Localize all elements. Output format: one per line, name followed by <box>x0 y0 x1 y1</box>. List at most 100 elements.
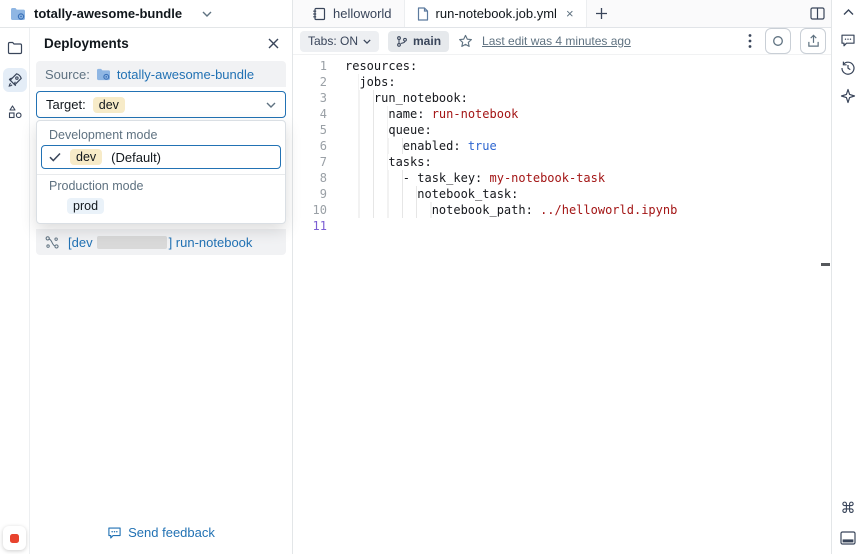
code-text: - task_key: my-notebook-task <box>345 170 605 186</box>
code-line[interactable]: 5 queue: <box>293 122 831 138</box>
close-icon[interactable] <box>267 37 280 50</box>
keyboard-shortcuts-icon[interactable]: ⌘ <box>839 501 857 517</box>
bottom-panel-icon[interactable] <box>839 530 857 546</box>
send-feedback-link[interactable]: Send feedback <box>30 525 292 554</box>
dropdown-group-label: Development mode <box>49 128 158 142</box>
editor-toolbar: Tabs: ON main Last edit was 4 minutes ag… <box>293 28 831 55</box>
code-line[interactable]: 6 enabled: true <box>293 138 831 154</box>
code-editor[interactable]: 1 resources: 2 jobs: 3 run_notebook: 4 name: ru… <box>293 55 831 554</box>
target-label: Target: <box>46 97 86 112</box>
share-button[interactable] <box>800 28 826 54</box>
file-icon <box>417 6 429 21</box>
bundle-icon <box>10 7 26 21</box>
nav-rail <box>0 28 30 554</box>
chevron-down-icon <box>363 38 371 44</box>
code-lines: 1 resources: 2 jobs: 3 run_notebook: 4 name: ru… <box>293 58 831 234</box>
chevron-down-icon <box>266 102 276 108</box>
bundle-header[interactable]: totally-awesome-bundle <box>0 0 292 28</box>
resources-icon[interactable] <box>3 100 27 124</box>
code-line[interactable]: 9 notebook_task: <box>293 186 831 202</box>
source-row: Source: totally-awesome-bundle <box>36 61 286 87</box>
line-number: 9 <box>319 187 327 201</box>
job-run-link[interactable]: [dev] run-notebook <box>68 235 252 250</box>
line-number: 2 <box>319 75 327 89</box>
branch-name: main <box>413 34 442 48</box>
bundle-chevron-down-icon[interactable] <box>202 11 212 17</box>
left-column: totally-awesome-bundle Deployments Sourc… <box>0 0 293 554</box>
line-number: 1 <box>319 59 327 73</box>
rocket-icon[interactable] <box>2 68 27 92</box>
tab-helloworld[interactable]: helloworld <box>300 0 405 27</box>
source-bundle-link[interactable]: totally-awesome-bundle <box>117 67 254 82</box>
target-value-badge: dev <box>92 96 125 113</box>
dropdown-group-label: Production mode <box>49 179 144 193</box>
code-line[interactable]: 10 notebook_path: ../helloworld.ipynb <box>293 202 831 218</box>
history-icon[interactable] <box>839 60 857 76</box>
tabs-toggle-button[interactable]: Tabs: ON <box>300 30 380 52</box>
code-line[interactable]: 7 tasks: <box>293 154 831 170</box>
dropdown-option-dev[interactable]: dev (Default) <box>41 145 281 169</box>
feedback-label: Send feedback <box>128 525 215 540</box>
panel-title-row: Deployments <box>30 28 292 57</box>
favorite-star-icon[interactable] <box>458 34 473 48</box>
git-branch-button[interactable]: main <box>388 30 450 52</box>
code-line[interactable]: 2 jobs: <box>293 74 831 90</box>
code-text: notebook_task: <box>345 186 518 202</box>
notebook-icon <box>312 7 326 21</box>
code-text: enabled: true <box>345 138 497 154</box>
code-text: resources: <box>345 59 418 73</box>
dropdown-option-prod[interactable]: prod <box>37 196 285 219</box>
code-line[interactable]: 3 run_notebook: <box>293 90 831 106</box>
workflow-icon <box>44 235 60 250</box>
left-body: Deployments Source: totally-awesome-bund… <box>0 28 292 554</box>
line-number: 8 <box>319 171 327 185</box>
editor-column: helloworld run-notebook.job.yml × Tabs: … <box>293 0 831 554</box>
split-view-icon[interactable] <box>803 0 831 27</box>
code-text: queue: <box>345 122 432 138</box>
last-edit-link[interactable]: Last edit was 4 minutes ago <box>482 34 631 48</box>
new-tab-button[interactable] <box>587 0 617 27</box>
app-window: totally-awesome-bundle Deployments Sourc… <box>0 0 864 554</box>
code-text: jobs: <box>345 74 396 90</box>
code-line[interactable]: 4 name: run-notebook <box>293 106 831 122</box>
collapse-chevron-up-icon[interactable] <box>839 4 857 20</box>
option-prod-badge: prod <box>67 198 105 214</box>
circle-button[interactable] <box>765 28 791 54</box>
assistant-sparkle-icon[interactable] <box>839 88 857 104</box>
check-icon <box>49 152 61 162</box>
right-rail-bottom: ⌘ <box>839 501 857 546</box>
folder-icon[interactable] <box>3 36 27 60</box>
feedback-bubble-icon <box>107 526 122 540</box>
source-label: Source: <box>45 66 90 82</box>
option-dev-badge: dev <box>70 149 103 165</box>
line-number: 7 <box>319 155 327 169</box>
red-notification-icon <box>10 533 19 543</box>
close-tab-icon[interactable]: × <box>566 6 574 21</box>
branch-icon <box>397 35 407 47</box>
tab-label: run-notebook.job.yml <box>435 6 557 21</box>
redacted-text <box>96 235 167 249</box>
line-number: 10 <box>312 203 327 217</box>
option-dev-suffix: (Default) <box>111 149 162 165</box>
line-number: 3 <box>319 91 327 105</box>
deployments-panel: Deployments Source: totally-awesome-bund… <box>30 28 292 554</box>
right-rail: ⌘ <box>831 0 864 554</box>
comments-icon[interactable] <box>839 32 857 48</box>
code-text: notebook_path: ../helloworld.ipynb <box>345 202 677 218</box>
target-dropdown-menu: Development mode dev (Default) Productio… <box>36 120 286 224</box>
bundle-icon <box>96 68 111 81</box>
line-number: 4 <box>319 107 327 121</box>
feedback-widget[interactable] <box>3 526 26 550</box>
target-select[interactable]: Target: dev <box>36 91 286 118</box>
line-number: 5 <box>319 123 327 137</box>
code-line[interactable]: 8 - task_key: my-notebook-task <box>293 170 831 186</box>
tabs-toggle-label: Tabs: ON <box>308 34 359 48</box>
tab-run-notebook-job-yml[interactable]: run-notebook.job.yml × <box>404 0 587 27</box>
line-number: 6 <box>319 139 327 153</box>
code-line[interactable]: 1 resources: <box>293 58 831 74</box>
code-text: run_notebook: <box>345 90 468 106</box>
code-line[interactable]: 11 <box>293 218 831 234</box>
scrollbar-cursor-marker[interactable] <box>821 263 830 266</box>
kebab-menu-icon[interactable] <box>744 33 756 49</box>
job-row: [dev] run-notebook <box>36 229 286 255</box>
